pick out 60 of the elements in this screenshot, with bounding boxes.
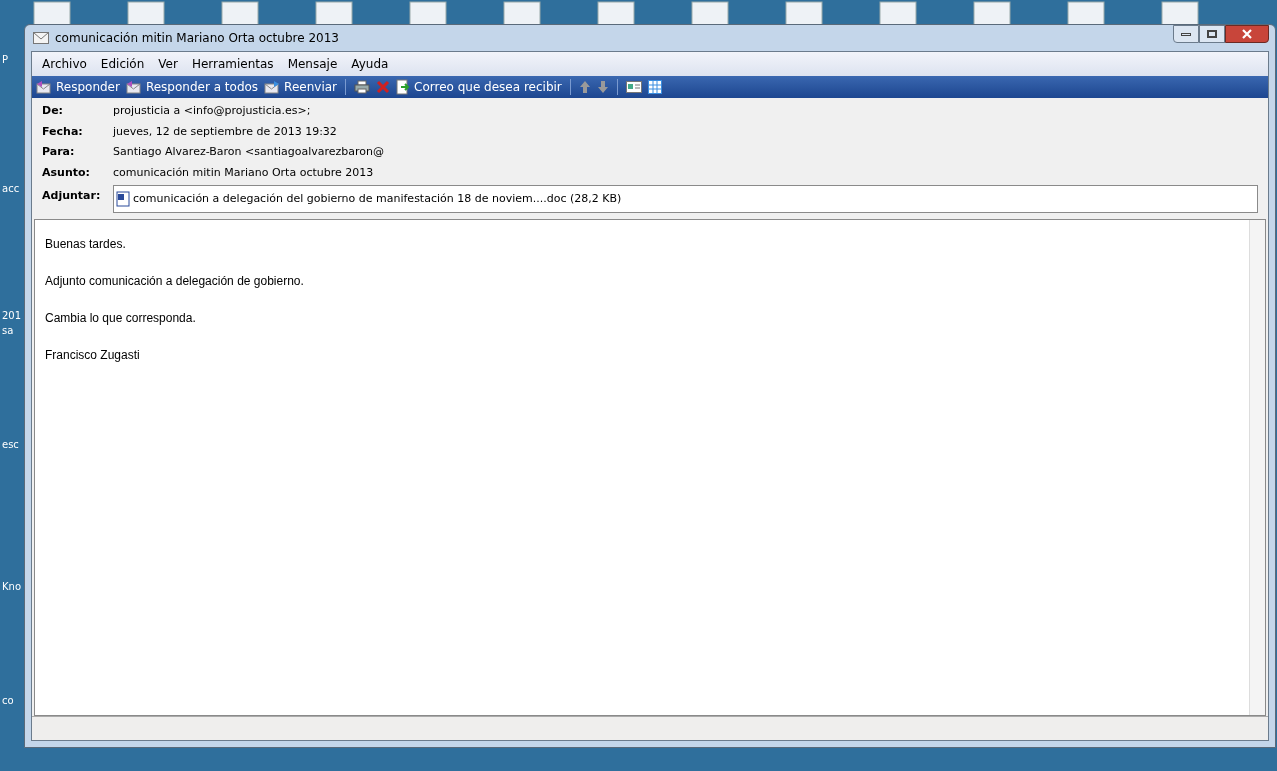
menu-item[interactable]: Herramientas bbox=[185, 55, 280, 73]
maximize-button[interactable] bbox=[1199, 25, 1225, 43]
header-value: comunicación mitin Mariano Orta octubre 2013 bbox=[113, 164, 374, 181]
envelope-icon bbox=[36, 80, 52, 94]
up-arrow-icon[interactable] bbox=[578, 80, 591, 94]
envelope-icon bbox=[125, 80, 142, 94]
desktop-icon-label: esc bbox=[2, 438, 19, 452]
header-value: jueves, 12 de septiembre de 2013 19:32 bbox=[113, 123, 337, 140]
minimize-button[interactable] bbox=[1173, 25, 1199, 43]
desktop-file-icon[interactable] bbox=[1158, 0, 1202, 26]
desktop-file-icon[interactable] bbox=[970, 0, 1014, 26]
desktop-file-icon[interactable] bbox=[876, 0, 920, 26]
desktop-file-icon[interactable] bbox=[312, 0, 356, 26]
toolbar-button[interactable]: Correo que desea recibir bbox=[396, 78, 562, 96]
desktop-file-icon[interactable] bbox=[124, 0, 168, 26]
desktop-icon-label: sa bbox=[2, 324, 14, 338]
attachment-file-link[interactable]: comunicación a delegación del gobierno de manifestación 18 de noviem....doc (28,2 KB) bbox=[133, 190, 622, 208]
body-paragraph: Cambia lo que corresponda. bbox=[45, 310, 197, 327]
menu-item[interactable]: Ver bbox=[152, 55, 184, 73]
desktop-file-icon[interactable] bbox=[406, 0, 450, 26]
body-paragraph: Francisco Zugasti bbox=[45, 347, 141, 364]
close-icon bbox=[1242, 29, 1252, 39]
close-button[interactable] bbox=[1225, 25, 1269, 43]
desktop-file-icon[interactable] bbox=[688, 0, 732, 26]
desktop-icon-label: acc bbox=[2, 182, 20, 196]
desktop-icon-label: co bbox=[2, 694, 14, 708]
scrollbar[interactable] bbox=[1249, 220, 1265, 715]
header-value: projusticia a <info@projusticia.es>; bbox=[113, 103, 311, 119]
toolbar-button[interactable]: Responder bbox=[36, 78, 120, 96]
header-label: Adjuntar: bbox=[42, 188, 102, 204]
menu-item[interactable]: Mensaje bbox=[281, 55, 344, 73]
header-label: Asunto: bbox=[42, 164, 91, 181]
document-icon bbox=[116, 191, 130, 207]
body-paragraph: Adjunto comunicación a delegación de gobierno. bbox=[45, 273, 305, 290]
desktop-file-icon[interactable] bbox=[30, 0, 74, 26]
menu-item[interactable]: Ayuda bbox=[345, 55, 395, 73]
desktop-icon-label: Kno bbox=[2, 580, 21, 594]
window-title: comunicación mitin Mariano Orta octubre 2013 bbox=[55, 30, 340, 47]
toolbar-button[interactable]: Responder a todos bbox=[125, 78, 259, 96]
body-paragraph: Buenas tardes. bbox=[45, 236, 127, 253]
desktop-file-icon[interactable] bbox=[594, 0, 638, 26]
desktop-icon-label: P bbox=[2, 53, 9, 67]
printer-icon[interactable] bbox=[354, 80, 370, 94]
contact-card-icon[interactable] bbox=[625, 81, 642, 93]
menu-item[interactable]: Edición bbox=[94, 55, 151, 73]
grid-icon[interactable] bbox=[647, 80, 662, 94]
desktop-file-icon[interactable] bbox=[782, 0, 826, 26]
desktop-icon-label: 201 bbox=[2, 309, 22, 323]
desktop-file-icon[interactable] bbox=[218, 0, 262, 26]
header-label: Para: bbox=[42, 144, 76, 160]
envelope-icon bbox=[33, 32, 49, 44]
envelope-icon bbox=[264, 80, 281, 94]
down-arrow-icon[interactable] bbox=[596, 80, 609, 94]
header-label: De: bbox=[42, 103, 64, 119]
desktop-file-icon[interactable] bbox=[500, 0, 544, 26]
header-label: Fecha: bbox=[42, 123, 84, 140]
toolbar-button[interactable]: Reenviar bbox=[264, 78, 337, 96]
desktop-file-icon[interactable] bbox=[1064, 0, 1108, 26]
header-value: Santiago Alvarez-Baron <santiagoalvarezbaron@ bbox=[113, 144, 385, 160]
menu-item[interactable]: Archivo bbox=[36, 55, 93, 73]
